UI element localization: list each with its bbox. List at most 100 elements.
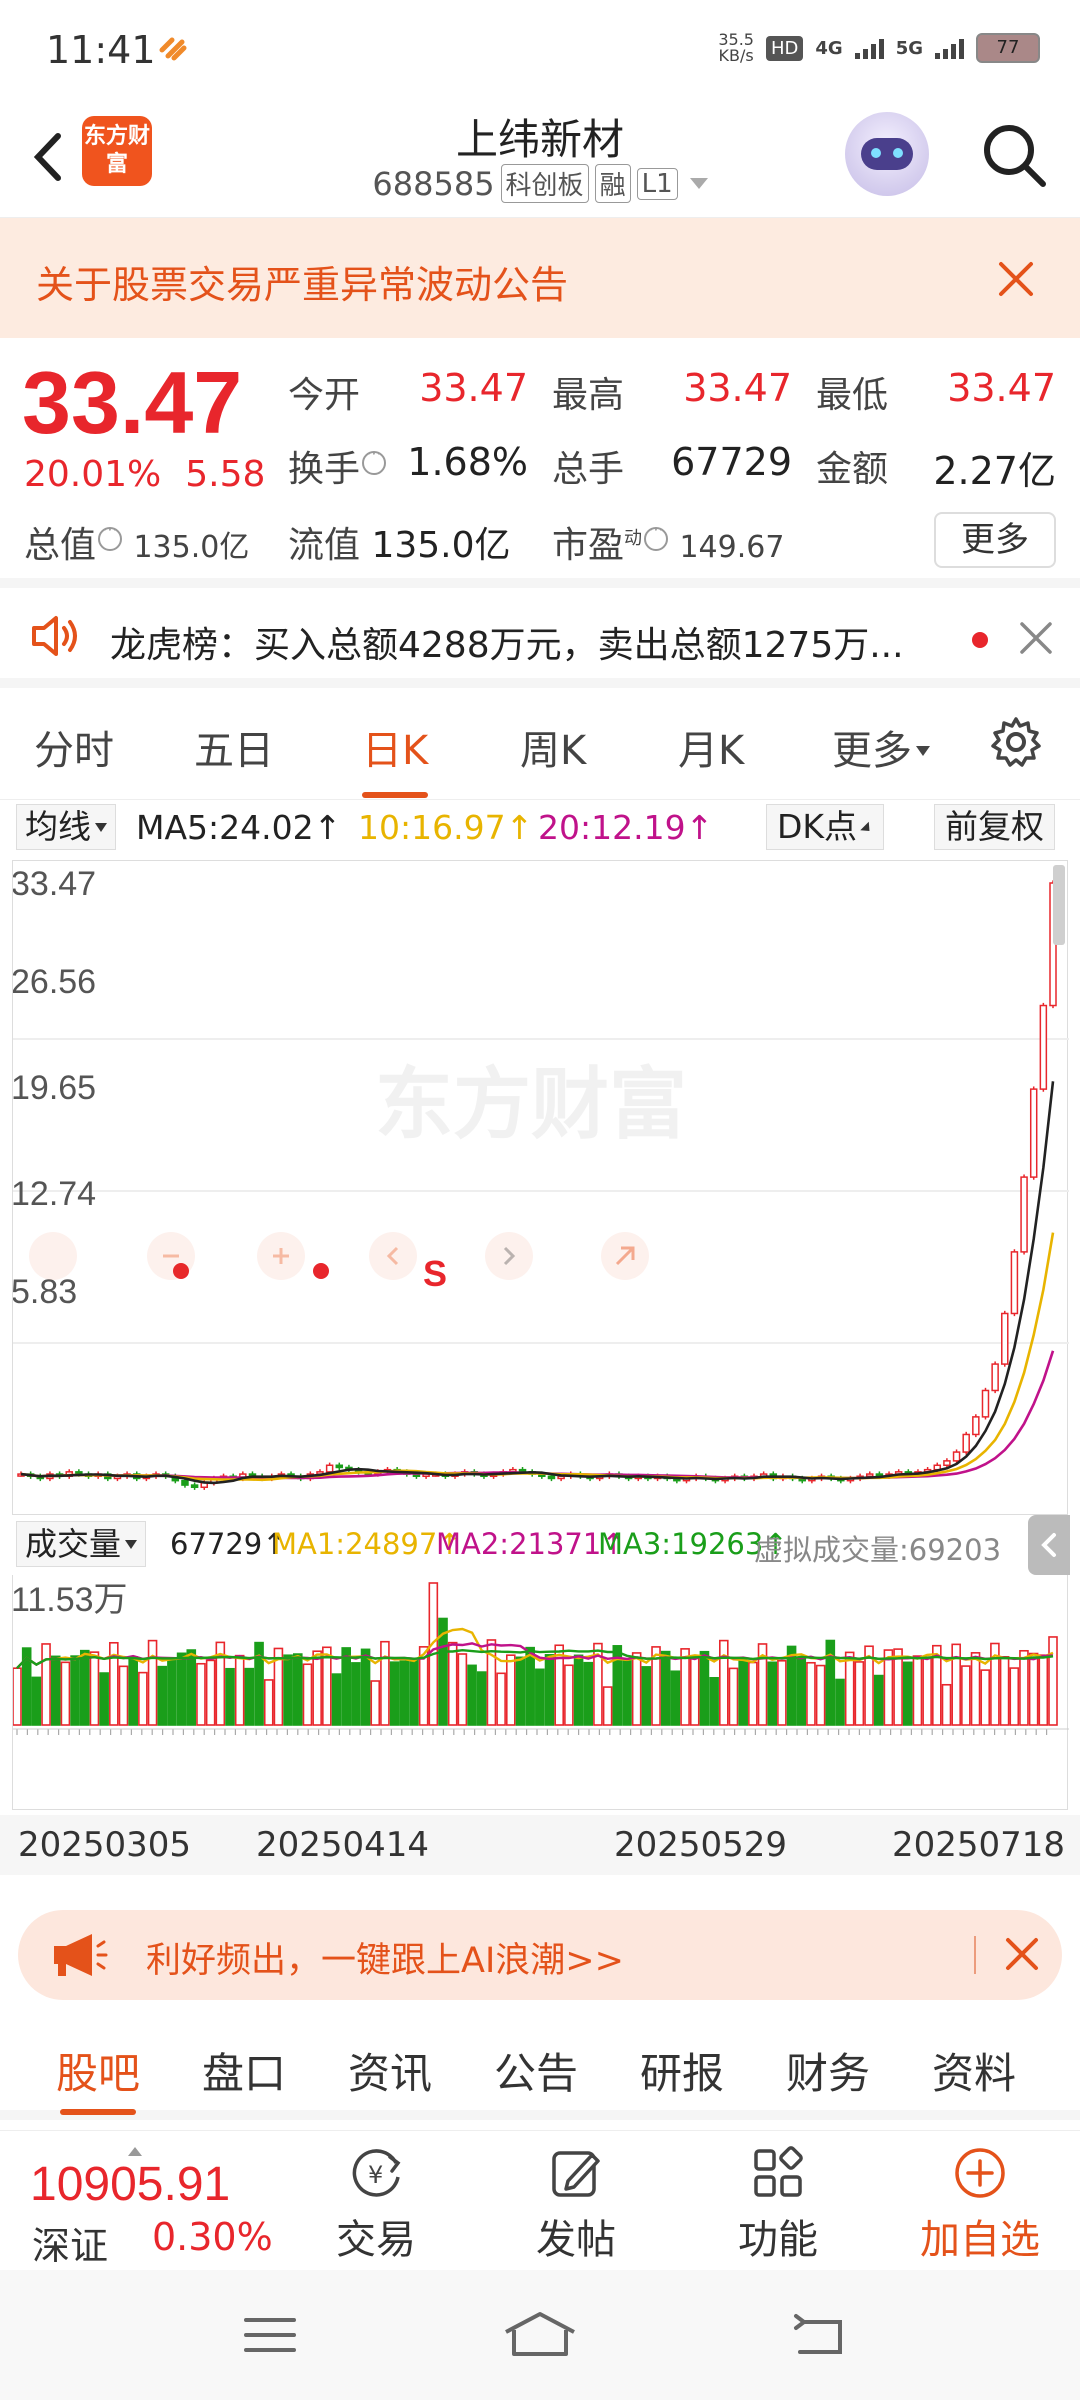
volume-bar — [447, 1641, 458, 1726]
volume-indicator-select[interactable]: 成交量 — [16, 1521, 147, 1567]
home-icon[interactable] — [500, 2310, 580, 2360]
dropdown-icon — [125, 1540, 138, 1549]
svg-text:¥: ¥ — [368, 2161, 383, 2189]
expand-icon[interactable] — [128, 2147, 142, 2156]
candle — [1029, 1088, 1038, 1178]
back-nav-icon[interactable] — [790, 2310, 850, 2360]
add-watchlist-button[interactable]: 加自选 — [910, 2145, 1050, 2265]
tab-more[interactable]: 更多 — [832, 718, 930, 776]
tab-research[interactable]: 研报 — [640, 2040, 724, 2101]
menu-icon[interactable] — [240, 2310, 300, 2360]
index-value[interactable]: 10905.91 — [30, 2157, 230, 2212]
trade-icon: ¥ — [352, 2149, 401, 2197]
announcement-banner[interactable]: 关于股票交易严重异常波动公告 — [0, 218, 1080, 338]
date-tick: 20250529 — [614, 1825, 788, 1865]
y-tick-label: 12.74 — [13, 1175, 96, 1213]
volume-chart[interactable]: 11.53万 — [11, 1575, 1069, 1810]
volume-bar — [292, 1653, 303, 1726]
candle — [865, 1473, 874, 1478]
dk-point-select[interactable]: DK点 — [766, 804, 885, 850]
index-change[interactable]: 0.30% — [152, 2215, 273, 2259]
volume-bar — [583, 1661, 594, 1726]
volume-bar — [70, 1655, 80, 1726]
volume-bar — [157, 1665, 168, 1726]
trade-button[interactable]: ¥ 交易 — [306, 2145, 446, 2265]
market-cap[interactable]: 总值 135.0亿 — [24, 516, 249, 568]
volume-bar — [12, 1667, 22, 1726]
collapse-icon[interactable] — [1028, 1515, 1070, 1575]
volume-bar — [641, 1666, 652, 1726]
vol-ma1: MA1:24897↑ — [272, 1527, 462, 1561]
volume-bar — [709, 1676, 719, 1726]
close-icon[interactable] — [1004, 1936, 1040, 1972]
volume-bar — [1019, 1649, 1029, 1726]
dragon-tiger-bar[interactable]: 龙虎榜：买入总额4288万元，卖出总额1275万... — [0, 588, 1080, 688]
amount-value: 2.27亿 — [933, 449, 1056, 493]
tab-five-day[interactable]: 五日 — [194, 718, 274, 776]
volume-bar — [176, 1652, 187, 1726]
index-name[interactable]: 深证 — [32, 2215, 108, 2270]
indicator-select[interactable]: 均线 — [16, 804, 116, 850]
tab-guba[interactable]: 股吧 — [56, 2040, 140, 2115]
volume-bar — [1028, 1652, 1039, 1726]
volume-bar — [167, 1658, 177, 1726]
volume-bar — [457, 1653, 468, 1726]
volume-bar — [31, 1676, 42, 1726]
tab-weekly-k[interactable]: 周K — [520, 718, 586, 776]
kline-chart[interactable]: 东方财富 33.47 26.56 19.65 12.74 5.83 S — [11, 860, 1069, 1515]
volume-bar — [302, 1663, 313, 1726]
volume-bar — [225, 1667, 235, 1726]
gear-icon[interactable] — [988, 714, 1044, 770]
volume-bar — [263, 1679, 274, 1726]
turnover-label[interactable]: 换手 — [288, 440, 387, 492]
volume-bar — [360, 1648, 371, 1726]
volume-bar — [60, 1661, 71, 1726]
sell-marker: S — [423, 1253, 447, 1294]
volume-bar — [835, 1678, 845, 1726]
volume-bar — [806, 1661, 816, 1726]
post-button[interactable]: 发帖 — [506, 2145, 646, 2265]
pe-ratio[interactable]: 市盈动 149.67 — [552, 516, 784, 568]
tab-finance[interactable]: 财务 — [786, 2040, 870, 2101]
tab-announcements[interactable]: 公告 — [494, 2040, 578, 2101]
divider — [974, 1936, 976, 1974]
signal-dot — [313, 1263, 329, 1279]
price-change: 20.01% 5.58 — [24, 454, 289, 495]
adjust-select[interactable]: 前复权 — [934, 804, 1055, 850]
volume-bar — [689, 1657, 700, 1726]
tab-intraday[interactable]: 分时 — [34, 718, 114, 776]
tab-monthly-k[interactable]: 月K — [678, 718, 744, 776]
volume-bar — [893, 1648, 903, 1726]
board-tag: 科创板 — [500, 164, 589, 203]
date-tick: 20250718 — [892, 1825, 1066, 1865]
margin-tag: 融 — [594, 164, 631, 203]
more-button[interactable]: 更多 — [934, 512, 1056, 568]
tab-daily-k[interactable]: 日K — [362, 718, 429, 798]
volume-bar — [322, 1646, 332, 1726]
promo-banner[interactable]: 利好频出，一键跟上AI浪潮>> — [18, 1910, 1062, 2000]
volume-bar — [186, 1649, 197, 1726]
kline-svg: 东方财富 33.47 26.56 19.65 12.74 5.83 S — [11, 865, 1069, 1490]
close-icon[interactable] — [995, 258, 1037, 300]
volume-bar — [912, 1655, 923, 1726]
search-icon[interactable] — [975, 116, 1055, 196]
tab-news[interactable]: 资讯 — [348, 2040, 432, 2101]
add-watch-icon — [955, 2148, 1005, 2198]
volume-bar — [767, 1661, 778, 1726]
volume-bar — [312, 1650, 322, 1726]
candle — [1039, 1004, 1048, 1090]
unread-dot — [972, 632, 988, 648]
volume-bar — [99, 1672, 109, 1726]
ai-assistant-icon[interactable] — [845, 112, 929, 196]
megaphone-icon — [54, 1934, 108, 1976]
candle — [547, 1475, 556, 1480]
virtual-volume: 虚拟成交量:69203 — [754, 1533, 1002, 1567]
tab-order-book[interactable]: 盘口 — [202, 2040, 286, 2101]
function-button[interactable]: 功能 — [708, 2145, 848, 2265]
volume-bar — [380, 1640, 390, 1726]
tab-profile[interactable]: 资料 — [932, 2040, 1016, 2101]
battery-icon: 77 — [976, 33, 1040, 63]
volume-bar — [244, 1667, 255, 1726]
close-icon[interactable] — [1018, 620, 1054, 656]
notification-icon — [159, 37, 187, 61]
